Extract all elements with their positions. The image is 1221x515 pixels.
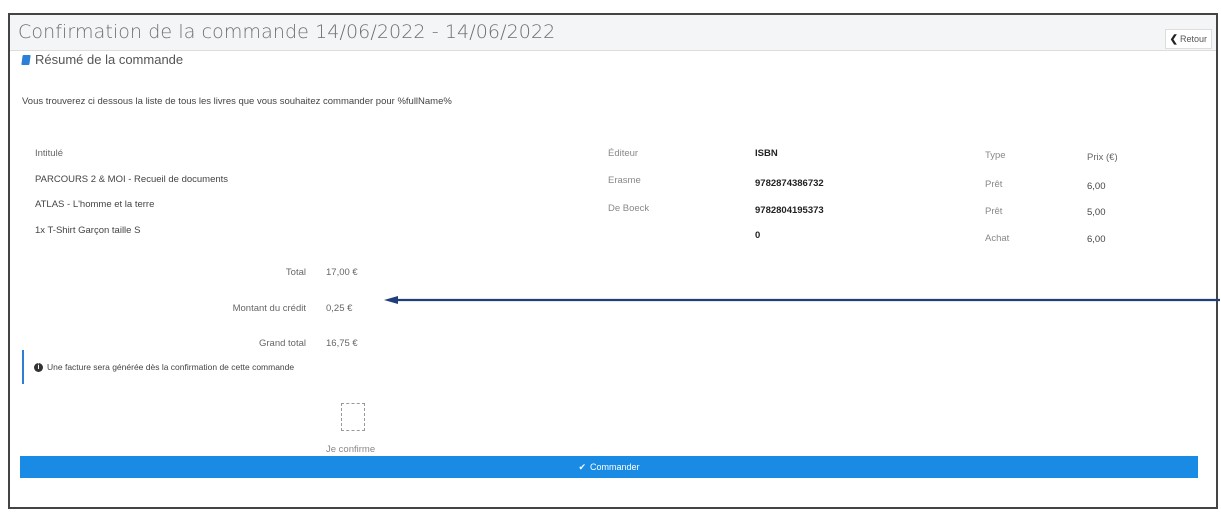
row-3-price: 6,00 <box>1087 234 1106 245</box>
row-3-type: Achat <box>985 233 1010 244</box>
order-button[interactable]: ✔ Commander <box>20 456 1198 478</box>
back-button[interactable]: ❮ Retour <box>1164 29 1212 49</box>
row-2-title: ATLAS - L'homme et la terre <box>35 199 155 210</box>
info-text: Une facture sera générée dès la confirma… <box>47 362 295 372</box>
book-icon <box>21 54 31 65</box>
header-type: Type <box>985 150 1006 161</box>
order-button-label: Commander <box>590 462 640 472</box>
summary-title-text: Résumé de la commande <box>35 52 184 67</box>
check-icon: ✔ <box>578 461 586 472</box>
row-1-price: 6,00 <box>1087 181 1106 192</box>
summary-title: Résumé de la commande <box>21 52 184 67</box>
grand-total-label: Grand total <box>259 338 306 349</box>
credit-label: Montant du crédit <box>232 303 306 314</box>
page-header: Confirmation de la commande 14/06/2022 -… <box>10 15 1216 51</box>
row-1-isbn: 9782874386732 <box>755 178 824 189</box>
row-2-publisher: De Boeck <box>608 203 650 214</box>
header-publisher: Éditeur <box>608 148 639 159</box>
invoice-info-note: i Une facture sera générée dès la confir… <box>22 350 422 384</box>
chevron-left-icon: ❮ <box>1169 33 1178 45</box>
header-title: Intitulé <box>35 148 63 159</box>
total-value: 17,00 € <box>326 267 358 278</box>
total-label: Total <box>285 267 306 278</box>
row-3-isbn: 0 <box>755 230 761 241</box>
annotation-arrow <box>384 296 1220 304</box>
row-1-publisher: Erasme <box>608 175 641 186</box>
order-confirmation-window: Confirmation de la commande 14/06/2022 -… <box>8 13 1218 509</box>
row-2-type: Prêt <box>985 206 1003 217</box>
row-2-price: 5,00 <box>1087 207 1106 218</box>
header-isbn: ISBN <box>755 148 778 159</box>
row-1-type: Prêt <box>985 179 1003 190</box>
summary-intro: Vous trouverez ci dessous la liste de to… <box>22 96 452 107</box>
grand-total-value: 16,75 € <box>326 338 358 349</box>
row-2-isbn: 9782804195373 <box>755 205 824 216</box>
confirm-checkbox[interactable] <box>341 403 365 431</box>
row-3-title: 1x T-Shirt Garçon taille S <box>35 225 141 236</box>
credit-value: 0,25 € <box>326 303 353 314</box>
info-circle-icon: i <box>34 362 43 372</box>
confirm-label: Je confirme <box>326 444 376 455</box>
back-button-label: Retour <box>1179 34 1207 44</box>
page-title: Confirmation de la commande 14/06/2022 -… <box>18 21 556 43</box>
header-price: Prix (€) <box>1087 152 1118 163</box>
row-1-title: PARCOURS 2 & MOI - Recueil de documents <box>35 174 229 185</box>
